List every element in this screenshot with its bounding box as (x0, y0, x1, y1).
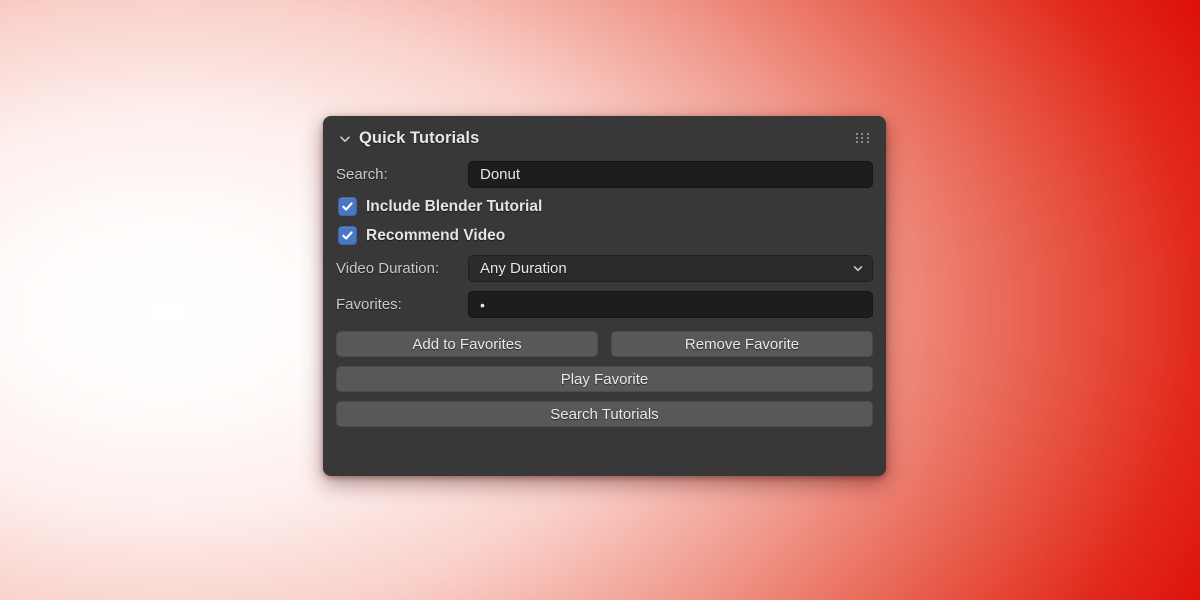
search-input[interactable] (468, 161, 873, 188)
video-duration-value: Any Duration (468, 255, 873, 282)
quick-tutorials-panel: Quick Tutorials Search: Include Blender … (323, 116, 886, 476)
drag-grip-icon[interactable] (856, 133, 871, 144)
add-to-favorites-button[interactable]: Add to Favorites (336, 331, 598, 357)
panel-header: Quick Tutorials (323, 116, 886, 161)
include-blender-tutorial-checkbox[interactable] (338, 197, 357, 216)
panel-body: Search: Include Blender Tutorial Recomme… (323, 161, 886, 427)
favorites-row: Favorites: • (336, 291, 873, 318)
favorites-button-row: Add to Favorites Remove Favorite (336, 331, 873, 357)
recommend-video-checkbox[interactable] (338, 226, 357, 245)
search-tutorials-button[interactable]: Search Tutorials (336, 401, 873, 427)
recommend-video-row[interactable]: Recommend Video (336, 226, 873, 245)
search-label: Search: (336, 166, 388, 183)
video-duration-select[interactable]: Any Duration (468, 255, 873, 282)
remove-favorite-button[interactable]: Remove Favorite (611, 331, 873, 357)
play-favorite-button[interactable]: Play Favorite (336, 366, 873, 392)
panel-title: Quick Tutorials (359, 129, 480, 147)
favorites-value[interactable]: • (468, 291, 873, 318)
chevron-down-icon[interactable] (337, 131, 353, 147)
recommend-video-label: Recommend Video (366, 226, 506, 244)
favorites-label: Favorites: (336, 296, 402, 313)
search-row: Search: (336, 161, 873, 188)
video-duration-row: Video Duration: Any Duration (336, 255, 873, 282)
include-blender-tutorial-row[interactable]: Include Blender Tutorial (336, 197, 873, 216)
include-blender-tutorial-label: Include Blender Tutorial (366, 197, 543, 215)
video-duration-label: Video Duration: (336, 260, 440, 277)
